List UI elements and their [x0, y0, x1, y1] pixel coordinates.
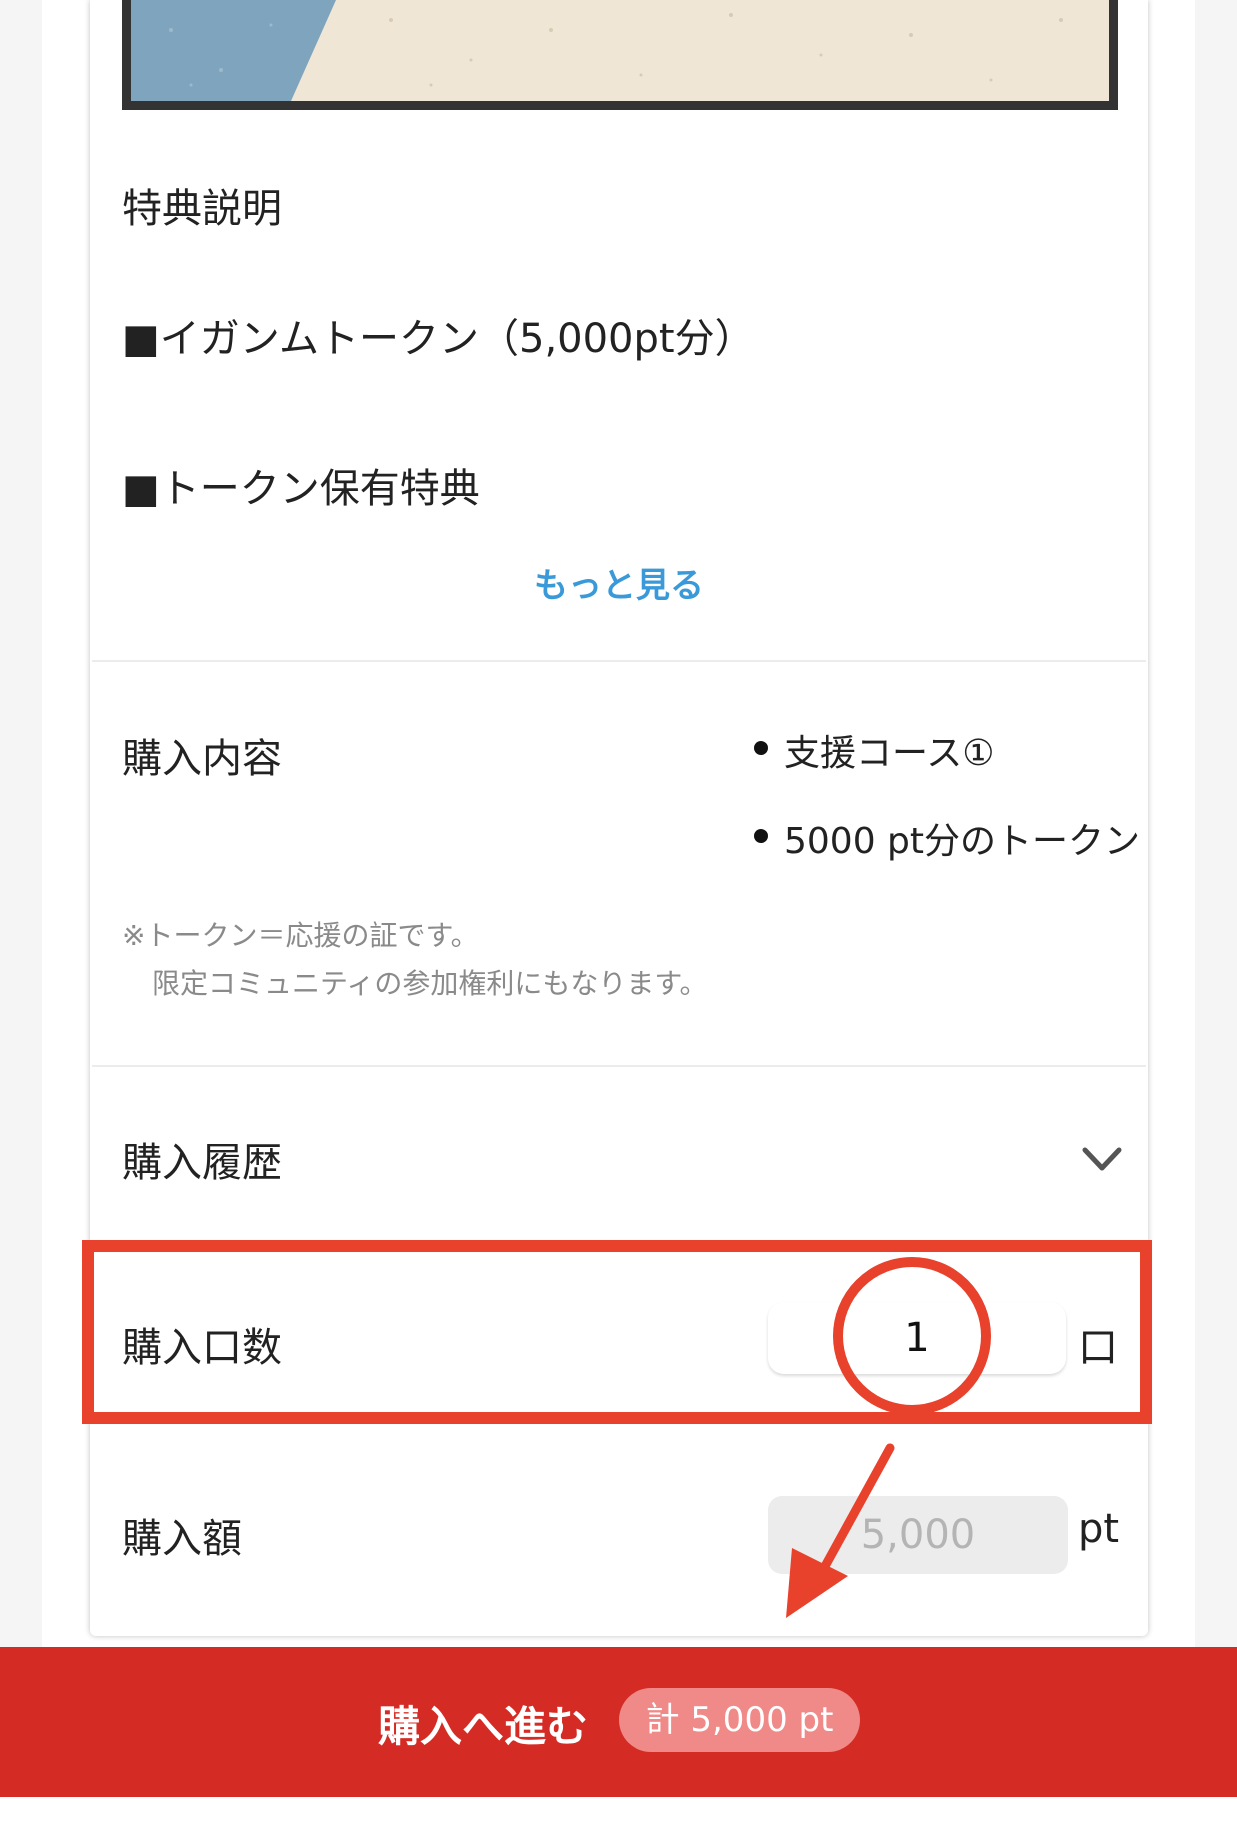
history-section-title[interactable]: 購入履歴	[122, 1130, 282, 1188]
contents-note-line2: 限定コミュニティの参加権利にもなります。	[152, 967, 708, 1000]
show-more-link[interactable]: もっと見る	[90, 558, 1148, 607]
contents-bullet-token: 5000 pt分のトークン	[784, 821, 1141, 862]
perk-section-title: 特典説明	[122, 186, 282, 232]
divider	[92, 1065, 1146, 1067]
purchase-button-label: 購入へ進む	[378, 1702, 589, 1751]
amount-label: 購入額	[122, 1516, 242, 1562]
contents-bullet-course: 支援コース①	[784, 733, 995, 774]
bottom-strip	[0, 1797, 1237, 1830]
amount-unit: pt	[1078, 1506, 1120, 1552]
bullet-dot	[754, 741, 768, 755]
highlight-rectangle	[82, 1240, 1152, 1424]
contents-note-line1: ※トークン＝応援の証です。	[122, 919, 479, 952]
perk-item-token: ■イガンムトークン（5,000pt分）	[122, 316, 755, 362]
divider	[92, 660, 1146, 662]
total-badge: 計 5,000 pt	[619, 1688, 860, 1752]
chevron-down-icon[interactable]	[1082, 1144, 1122, 1174]
contents-section-title: 購入内容	[122, 736, 282, 782]
perk-item-benefit: ■トークン保有特典	[122, 466, 480, 512]
hero-image	[122, 0, 1118, 110]
highlight-circle	[833, 1257, 991, 1415]
bullet-dot	[754, 829, 768, 843]
arrow-annotation	[786, 1443, 895, 1618]
